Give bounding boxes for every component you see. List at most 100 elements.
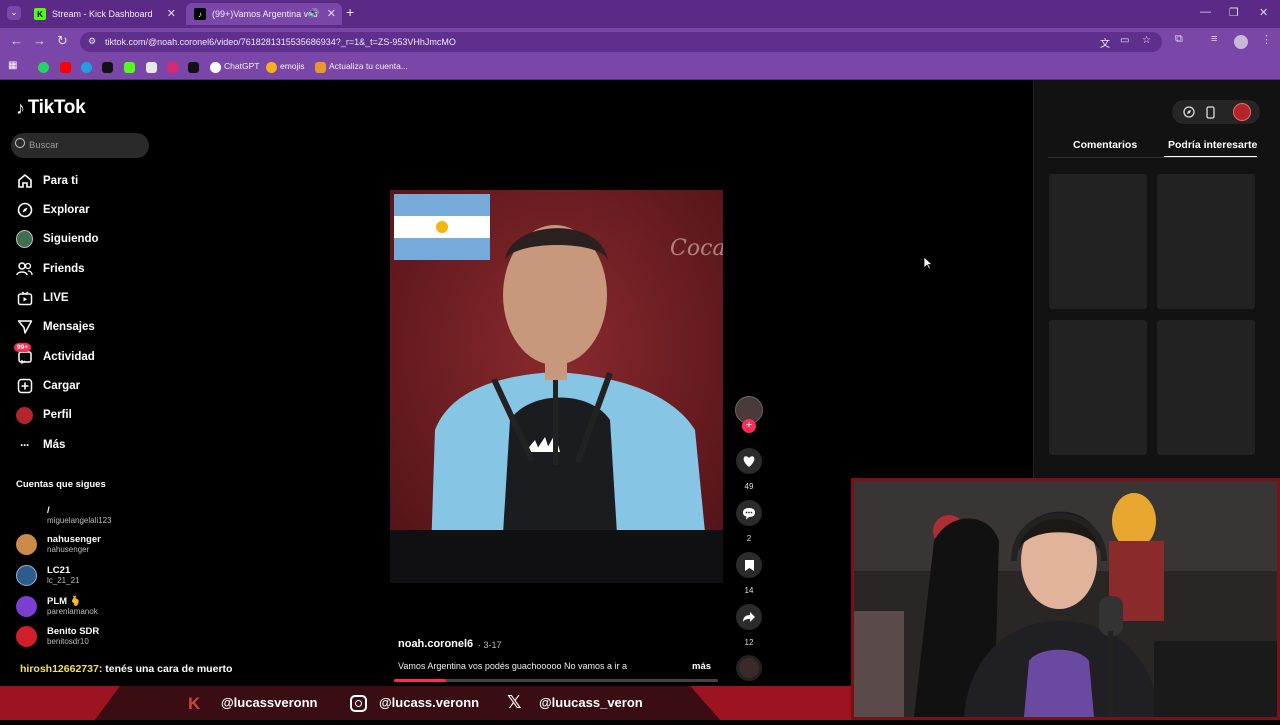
video-date: · 3-17 <box>478 640 502 650</box>
profile-avatar <box>16 406 33 424</box>
edge-icon[interactable] <box>81 62 92 73</box>
restore-icon[interactable]: ❐ <box>1229 6 1239 19</box>
comment-button[interactable] <box>736 500 762 526</box>
translate-icon[interactable]: 文 <box>1100 35 1110 50</box>
bookmark-emojis[interactable]: emojis <box>280 61 305 71</box>
apps-grid-icon[interactable]: ▦ <box>8 60 19 71</box>
speaker-icon[interactable]: 🔊 <box>308 8 319 19</box>
comment-count: 2 <box>746 534 752 543</box>
following-account[interactable]: / miguelangelali123 <box>16 500 112 530</box>
tiktok-logo[interactable]: ♪ TikTok <box>16 97 86 119</box>
messages-icon <box>16 319 33 336</box>
forward-icon[interactable]: → <box>33 33 46 48</box>
account-avatar <box>16 564 37 586</box>
minimize-icon[interactable]: — <box>1200 6 1211 18</box>
tab-close-icon[interactable]: ✕ <box>167 7 176 20</box>
nav-actividad[interactable]: 99+ Actividad <box>14 342 95 367</box>
activity-badge: 99+ <box>14 342 32 352</box>
music-disc-icon[interactable] <box>736 655 762 681</box>
nav-mensajes[interactable]: Mensajes <box>16 317 95 337</box>
follow-plus-icon[interactable]: + <box>742 419 756 433</box>
tiktok-bookmark-icon[interactable] <box>102 62 113 73</box>
tab-podria-interesarte[interactable]: Podría interesarte <box>1168 139 1257 151</box>
x-handle: @luucass_veron <box>539 695 643 710</box>
related-video-thumbnail[interactable] <box>1049 320 1147 455</box>
nav-para-ti[interactable]: Para ti <box>16 171 78 191</box>
folder-icon[interactable] <box>315 62 326 73</box>
activity-icon: 99+ <box>14 342 33 366</box>
reading-list-icon[interactable]: ≡ <box>1211 33 1217 45</box>
coca-watermark: Coca <box>670 236 723 261</box>
nav-live[interactable]: LIVE <box>16 288 69 308</box>
bookmarks-bar: ▦ ChatGPT emojis Actualiza tu cuenta... <box>0 56 1280 80</box>
account-avatar <box>16 625 37 647</box>
browser-tab-bar: ⌄ K Stream - Kick Dashboard ✕ ♪ (99+)Vam… <box>0 0 1280 28</box>
menu-icon[interactable]: ⋮ <box>1261 33 1272 46</box>
heart-icon <box>743 455 755 467</box>
profile-avatar[interactable] <box>1234 35 1248 49</box>
nav-explorar[interactable]: Explorar <box>16 200 90 220</box>
mail-icon[interactable] <box>146 62 157 73</box>
address-bar-row: ← → ↻ ⚙ tiktok.com/@noah.coronel6/video/… <box>0 28 1280 56</box>
chatgpt-icon[interactable] <box>210 62 221 73</box>
cast-icon[interactable]: ▭ <box>1120 35 1129 46</box>
url-input[interactable]: ⚙ tiktok.com/@noah.coronel6/video/761828… <box>80 32 1162 52</box>
back-icon[interactable]: ← <box>10 33 23 48</box>
caption-more-button[interactable]: más <box>692 661 711 672</box>
save-count: 14 <box>744 586 754 595</box>
extensions-icon[interactable]: ⧉ <box>1175 33 1183 46</box>
tiktok-note-icon: ♪ <box>16 97 25 118</box>
x-icon[interactable] <box>188 62 199 73</box>
user-avatar[interactable] <box>1233 103 1251 121</box>
tab-close-icon[interactable]: ✕ <box>327 7 336 20</box>
whatsapp-icon[interactable] <box>38 62 49 73</box>
tab-comentarios[interactable]: Comentarios <box>1073 139 1137 151</box>
x-logo-icon: 𝕏 <box>507 692 522 712</box>
account-avatar <box>16 505 37 526</box>
nav-mas[interactable]: ··· Más <box>16 435 65 455</box>
compass-small-icon[interactable] <box>1180 103 1198 121</box>
video-caption: Vamos Argentina vos podés guachooooo No … <box>398 661 627 671</box>
webcam-image <box>854 481 1277 717</box>
save-button[interactable] <box>736 552 762 578</box>
like-button[interactable] <box>736 448 762 474</box>
tab-kick-dashboard[interactable]: K Stream - Kick Dashboard ✕ <box>26 3 182 25</box>
share-button[interactable] <box>736 604 762 630</box>
chat-message: : tenés una cara de muerto <box>98 663 233 675</box>
following-account[interactable]: nahusenger nahusenger <box>16 529 101 559</box>
nav-perfil[interactable]: Perfil <box>16 405 72 425</box>
video-progress-bar[interactable] <box>394 679 718 682</box>
home-icon <box>16 173 33 190</box>
url-text: tiktok.com/@noah.coronel6/video/76182813… <box>105 37 456 47</box>
new-tab-button[interactable]: + <box>346 4 354 20</box>
following-account[interactable]: LC21 lc_21_21 <box>16 560 79 590</box>
youtube-icon[interactable] <box>60 62 71 73</box>
related-video-thumbnail[interactable] <box>1157 174 1255 309</box>
bookmark-actualiza[interactable]: Actualiza tu cuenta... <box>329 61 408 71</box>
reload-icon[interactable]: ↻ <box>57 33 68 49</box>
following-account[interactable]: Benito SDR benitosdr10 <box>16 621 99 651</box>
bookmark-chatgpt[interactable]: ChatGPT <box>224 61 259 71</box>
friends-icon <box>16 261 33 278</box>
kick-bookmark-icon[interactable] <box>124 62 135 73</box>
emoji-icon[interactable] <box>266 62 277 73</box>
search-input[interactable]: Buscar <box>11 133 149 158</box>
site-info-icon[interactable]: ⚙ <box>88 36 96 47</box>
related-video-thumbnail[interactable] <box>1049 174 1147 309</box>
close-window-icon[interactable]: ✕ <box>1259 6 1268 19</box>
kick-icon: K <box>34 8 46 20</box>
nav-friends[interactable]: Friends <box>16 259 85 279</box>
following-account[interactable]: PLM 🫰 parenlamanok <box>16 591 98 621</box>
panel-divider <box>1048 157 1258 158</box>
kick-logo-icon: K <box>188 694 201 713</box>
video-author[interactable]: noah.coronel6 <box>398 638 473 650</box>
nav-cargar[interactable]: Cargar <box>16 376 80 396</box>
phone-icon[interactable] <box>1201 103 1219 121</box>
instagram-icon[interactable] <box>167 62 178 73</box>
related-video-thumbnail[interactable] <box>1157 320 1255 455</box>
tab-tiktok-video[interactable]: ♪ (99+)Vamos Argentina vos 🔊 ✕ <box>186 3 342 25</box>
tab-search-chevron-icon[interactable]: ⌄ <box>7 6 21 20</box>
video-player[interactable]: Coca <box>390 190 723 583</box>
nav-siguiendo[interactable]: Siguiendo <box>16 229 99 249</box>
bookmark-star-icon[interactable]: ☆ <box>1142 35 1151 46</box>
